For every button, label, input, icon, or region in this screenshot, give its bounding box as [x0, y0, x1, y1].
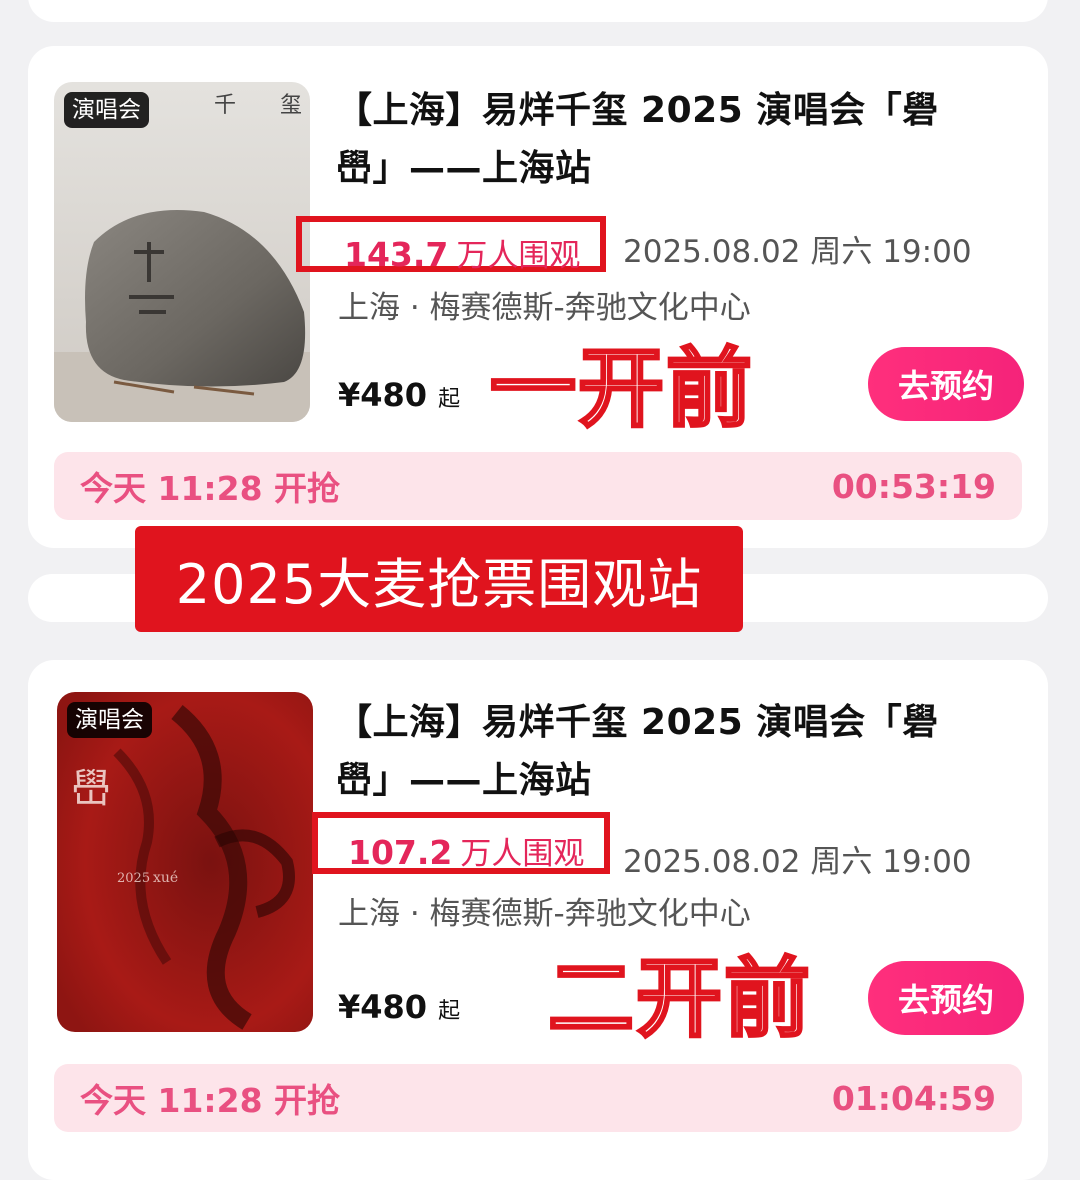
- views-count: 107.2 万人围观: [312, 812, 611, 874]
- countdown-bar: 今天 11:28 开抢 01:04:59: [54, 1064, 1022, 1132]
- event-venue: 上海 · 梅赛德斯-奔驰文化中心: [338, 290, 751, 326]
- event-price: ¥480 起: [338, 376, 460, 414]
- countdown-timer: 01:04:59: [831, 1078, 996, 1118]
- views-unit: 万人围观: [456, 238, 581, 274]
- reserve-button[interactable]: 去预约: [868, 347, 1024, 421]
- annotation-stamp: 二开前: [547, 949, 812, 1049]
- reserve-button[interactable]: 去预约: [868, 961, 1024, 1035]
- views-unit: 万人围观: [460, 836, 585, 872]
- category-badge: 演唱会: [67, 702, 152, 738]
- event-poster[interactable]: 嶨 2025 xué 演唱会: [57, 692, 313, 1032]
- svg-text:玺: 玺: [280, 93, 302, 118]
- countdown-bar: 今天 11:28 开抢 00:53:19: [54, 452, 1022, 520]
- poster-red-image: 嶨 2025 xué: [57, 692, 313, 1032]
- watermark-banner: 2025大麦抢票围观站: [135, 526, 743, 632]
- event-card[interactable]: 千 玺 演唱会 【上海】易烊千玺 2025 演唱会「礐 嶨」——上海站 143.…: [28, 46, 1048, 548]
- views-number: 143.7: [344, 235, 449, 274]
- price-amount: ¥480: [338, 376, 428, 414]
- views-count: 143.7 万人围观: [296, 216, 607, 274]
- previous-event-card: [28, 0, 1048, 22]
- category-badge: 演唱会: [64, 92, 149, 128]
- event-title[interactable]: 【上海】易烊千玺 2025 演唱会「礐 嶨」——上海站: [336, 82, 1006, 198]
- event-price: ¥480 起: [338, 988, 460, 1026]
- countdown-timer: 00:53:19: [831, 466, 996, 506]
- poster-rock-image: 千 玺: [54, 82, 310, 422]
- sale-time-label: 今天 11:28 开抢: [80, 469, 341, 508]
- event-title[interactable]: 【上海】易烊千玺 2025 演唱会「礐 嶨」——上海站: [336, 694, 1006, 810]
- event-poster[interactable]: 千 玺 演唱会: [54, 82, 310, 422]
- event-datetime: 2025.08.02 周六 19:00: [623, 844, 972, 880]
- svg-text:嶨: 嶨: [71, 766, 111, 812]
- views-number: 107.2: [348, 833, 453, 872]
- event-datetime: 2025.08.02 周六 19:00: [623, 234, 972, 270]
- annotation-stamp: 一开前: [489, 339, 754, 439]
- sale-time-label: 今天 11:28 开抢: [80, 1081, 341, 1120]
- svg-text:xué: xué: [153, 870, 178, 886]
- svg-text:2025: 2025: [117, 871, 150, 886]
- event-venue: 上海 · 梅赛德斯-奔驰文化中心: [338, 896, 751, 932]
- svg-text:千: 千: [214, 93, 236, 118]
- event-card[interactable]: 嶨 2025 xué 演唱会 【上海】易烊千玺 2025 演唱会「礐 嶨」——上…: [28, 660, 1048, 1180]
- price-suffix: 起: [438, 387, 461, 412]
- price-suffix: 起: [438, 999, 461, 1024]
- price-amount: ¥480: [338, 988, 428, 1026]
